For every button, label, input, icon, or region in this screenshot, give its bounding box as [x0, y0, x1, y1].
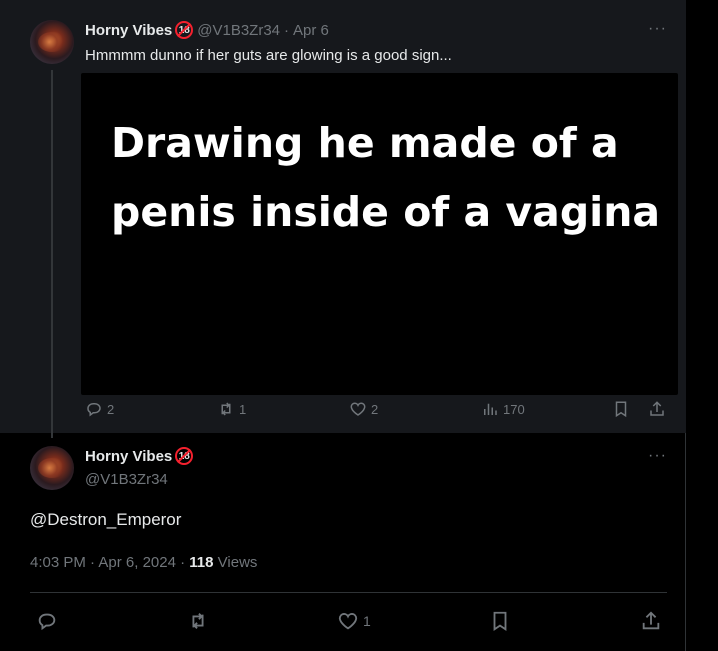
like-button[interactable]: 1 [337, 607, 371, 635]
bookmark-button[interactable] [489, 607, 515, 635]
parent-tweet[interactable]: Horny Vibes 18 @V1B3Zr34 · Apr 6 ··· Hmm… [0, 0, 686, 438]
age-restricted-badge-icon: 18 [175, 21, 194, 39]
tweet-time[interactable]: 4:03 PM [30, 554, 86, 571]
views-icon [484, 403, 497, 415]
tweet-date[interactable]: Apr 6, 2024 [98, 554, 176, 571]
bookmark-button[interactable] [612, 397, 634, 421]
like-button[interactable]: 2 [349, 397, 378, 421]
user-handle[interactable]: @V1B3Zr34 [85, 471, 168, 488]
page-background [686, 0, 718, 651]
reply-count: 2 [107, 401, 115, 417]
share-button[interactable] [640, 607, 666, 635]
avatar[interactable] [30, 20, 74, 64]
avatar[interactable] [30, 446, 74, 490]
separator-dot: · [284, 21, 290, 39]
reply-icon [87, 403, 101, 417]
reply-icon [38, 613, 56, 631]
mention-link[interactable]: @Destron_Emperor [30, 510, 181, 529]
views-label: Views [217, 554, 258, 571]
tweet-action-bar: 2 1 2 170 [0, 397, 686, 421]
tweet-text: Hmmmm dunno if her guts are glowing is a… [85, 47, 452, 64]
like-icon [350, 402, 366, 416]
tweet-action-bar: 1 [0, 607, 686, 635]
media-caption-text: Drawing he made of a penis inside of a v… [111, 119, 661, 236]
repost-count: 1 [239, 401, 247, 417]
separator-dot: · [90, 554, 96, 571]
reply-button[interactable] [36, 607, 62, 635]
tweet-media-image[interactable]: Drawing he made of a penis inside of a v… [81, 73, 678, 395]
share-icon [642, 611, 660, 630]
separator-dot: · [180, 554, 186, 571]
like-count: 2 [371, 401, 379, 417]
bookmark-icon [493, 611, 507, 631]
like-count: 1 [363, 613, 371, 629]
tweet-date[interactable]: Apr 6 [293, 22, 329, 39]
repost-icon [221, 402, 231, 416]
display-name[interactable]: Horny Vibes [85, 448, 172, 465]
reply-button[interactable]: 2 [85, 397, 114, 421]
repost-button[interactable]: 1 [217, 397, 246, 421]
timeline-column: Horny Vibes 18 @V1B3Zr34 · Apr 6 ··· Hmm… [0, 0, 686, 651]
views-count: 170 [503, 401, 525, 417]
repost-button[interactable] [187, 607, 213, 635]
tweet-header: Horny Vibes 18 @V1B3Zr34 · Apr 6 [85, 21, 329, 39]
tweet-text: @Destron_Emperor [30, 510, 181, 530]
thread-connector-line [51, 70, 53, 438]
more-options-icon[interactable]: ··· [648, 447, 667, 465]
tweet-header: Horny Vibes 18 [85, 447, 197, 465]
divider [30, 592, 667, 593]
views-button[interactable]: 170 [481, 397, 525, 421]
views-count: 118 [189, 554, 214, 571]
display-name[interactable]: Horny Vibes [85, 22, 172, 39]
tweet-metadata: 4:03 PM · Apr 6, 2024 · 118 Views [30, 554, 257, 571]
share-button[interactable] [648, 397, 670, 421]
user-handle[interactable]: @V1B3Zr34 [197, 22, 280, 39]
like-icon [338, 613, 358, 630]
more-options-icon[interactable]: ··· [648, 20, 667, 38]
bookmark-icon [615, 401, 627, 418]
share-icon [650, 401, 664, 416]
age-restricted-badge-icon: 18 [175, 447, 194, 465]
repost-icon [192, 613, 204, 629]
